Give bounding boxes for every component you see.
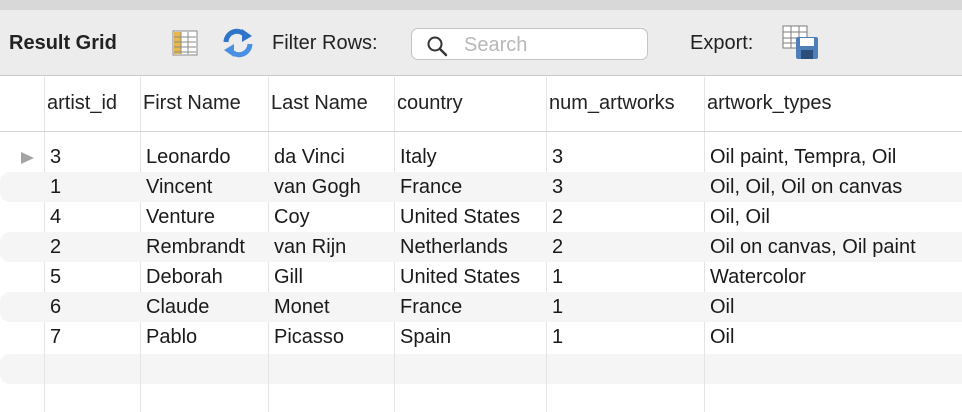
cell-artwork-types[interactable]: Watercolor: [710, 266, 806, 289]
form-editor-icon[interactable]: [171, 29, 199, 62]
table-row[interactable]: 4 Venture Coy United States 2 Oil, Oil: [0, 202, 962, 232]
search-icon: [427, 36, 448, 57]
cell-first-name[interactable]: Pablo: [146, 326, 197, 349]
cell-artwork-types[interactable]: Oil: [710, 296, 734, 319]
cell-last-name[interactable]: Picasso: [274, 326, 344, 349]
cell-last-name[interactable]: Monet: [274, 296, 330, 319]
cell-first-name[interactable]: Rembrandt: [146, 236, 245, 259]
cell-first-name[interactable]: Venture: [146, 206, 215, 229]
cell-artwork-types[interactable]: Oil: [710, 326, 734, 349]
cell-country[interactable]: Netherlands: [400, 236, 508, 259]
column-header-num-artworks[interactable]: num_artworks: [549, 92, 675, 115]
cell-artwork-types[interactable]: Oil, Oil: [710, 206, 770, 229]
column-header-artist-id[interactable]: artist_id: [47, 92, 117, 115]
result-grid-toolbar: Result Grid Filter Rows: Export:: [0, 10, 962, 76]
filter-rows-label: Filter Rows:: [272, 32, 378, 54]
table-row[interactable]: 1 Vincent van Gogh France 3 Oil, Oil, Oi…: [0, 172, 962, 202]
cell-num-artworks[interactable]: 2: [552, 236, 563, 259]
cell-artist-id[interactable]: 2: [50, 236, 61, 259]
cell-num-artworks[interactable]: 1: [552, 326, 563, 349]
cell-num-artworks[interactable]: 2: [552, 206, 563, 229]
cell-last-name[interactable]: van Rijn: [274, 236, 346, 259]
column-header-artwork-types[interactable]: artwork_types: [707, 92, 832, 115]
cell-last-name[interactable]: Coy: [274, 206, 310, 229]
result-grid-title: Result Grid: [9, 32, 117, 54]
row-cursor-icon: [21, 152, 34, 164]
cell-last-name[interactable]: van Gogh: [274, 176, 361, 199]
table-row[interactable]: 2 Rembrandt van Rijn Netherlands 2 Oil o…: [0, 232, 962, 262]
column-header-first-name[interactable]: First Name: [143, 92, 241, 115]
window-top-strip: [0, 0, 962, 10]
table-row[interactable]: 5 Deborah Gill United States 1 Watercolo…: [0, 262, 962, 292]
export-label: Export:: [690, 32, 754, 54]
cell-num-artworks[interactable]: 1: [552, 296, 563, 319]
cell-country[interactable]: France: [400, 176, 462, 199]
table-row[interactable]: 3 Leonardo da Vinci Italy 3 Oil paint, T…: [0, 142, 962, 172]
export-icon[interactable]: [781, 24, 821, 67]
cell-artist-id[interactable]: 6: [50, 296, 61, 319]
table-row[interactable]: 6 Claude Monet France 1 Oil: [0, 292, 962, 322]
cell-artist-id[interactable]: 4: [50, 206, 61, 229]
cell-artist-id[interactable]: 3: [50, 146, 61, 169]
cell-first-name[interactable]: Claude: [146, 296, 209, 319]
cell-num-artworks[interactable]: 3: [552, 176, 563, 199]
row-band: [0, 292, 962, 322]
cell-num-artworks[interactable]: 1: [552, 266, 563, 289]
search-field[interactable]: [411, 28, 648, 60]
cell-artwork-types[interactable]: Oil, Oil, Oil on canvas: [710, 176, 902, 199]
cell-last-name[interactable]: Gill: [274, 266, 303, 289]
cell-last-name[interactable]: da Vinci: [274, 146, 345, 169]
cell-first-name[interactable]: Deborah: [146, 266, 223, 289]
empty-row[interactable]: [0, 354, 962, 384]
table-row[interactable]: 7 Pablo Picasso Spain 1 Oil: [0, 322, 962, 352]
cell-artist-id[interactable]: 1: [50, 176, 61, 199]
cell-country[interactable]: Italy: [400, 146, 437, 169]
header-separator: [0, 131, 962, 132]
cell-country[interactable]: United States: [400, 266, 520, 289]
cell-country[interactable]: Spain: [400, 326, 451, 349]
refresh-icon[interactable]: [221, 27, 255, 64]
cell-artwork-types[interactable]: Oil paint, Tempra, Oil: [710, 146, 896, 169]
cell-artwork-types[interactable]: Oil on canvas, Oil paint: [710, 236, 916, 259]
cell-first-name[interactable]: Leonardo: [146, 146, 231, 169]
cell-first-name[interactable]: Vincent: [146, 176, 212, 199]
result-grid: artist_id First Name Last Name country n…: [0, 77, 962, 412]
cell-num-artworks[interactable]: 3: [552, 146, 563, 169]
cell-artist-id[interactable]: 7: [50, 326, 61, 349]
search-input[interactable]: [462, 32, 646, 58]
column-header-last-name[interactable]: Last Name: [271, 92, 368, 115]
cell-artist-id[interactable]: 5: [50, 266, 61, 289]
column-header-country[interactable]: country: [397, 92, 463, 115]
cell-country[interactable]: United States: [400, 206, 520, 229]
cell-country[interactable]: France: [400, 296, 462, 319]
